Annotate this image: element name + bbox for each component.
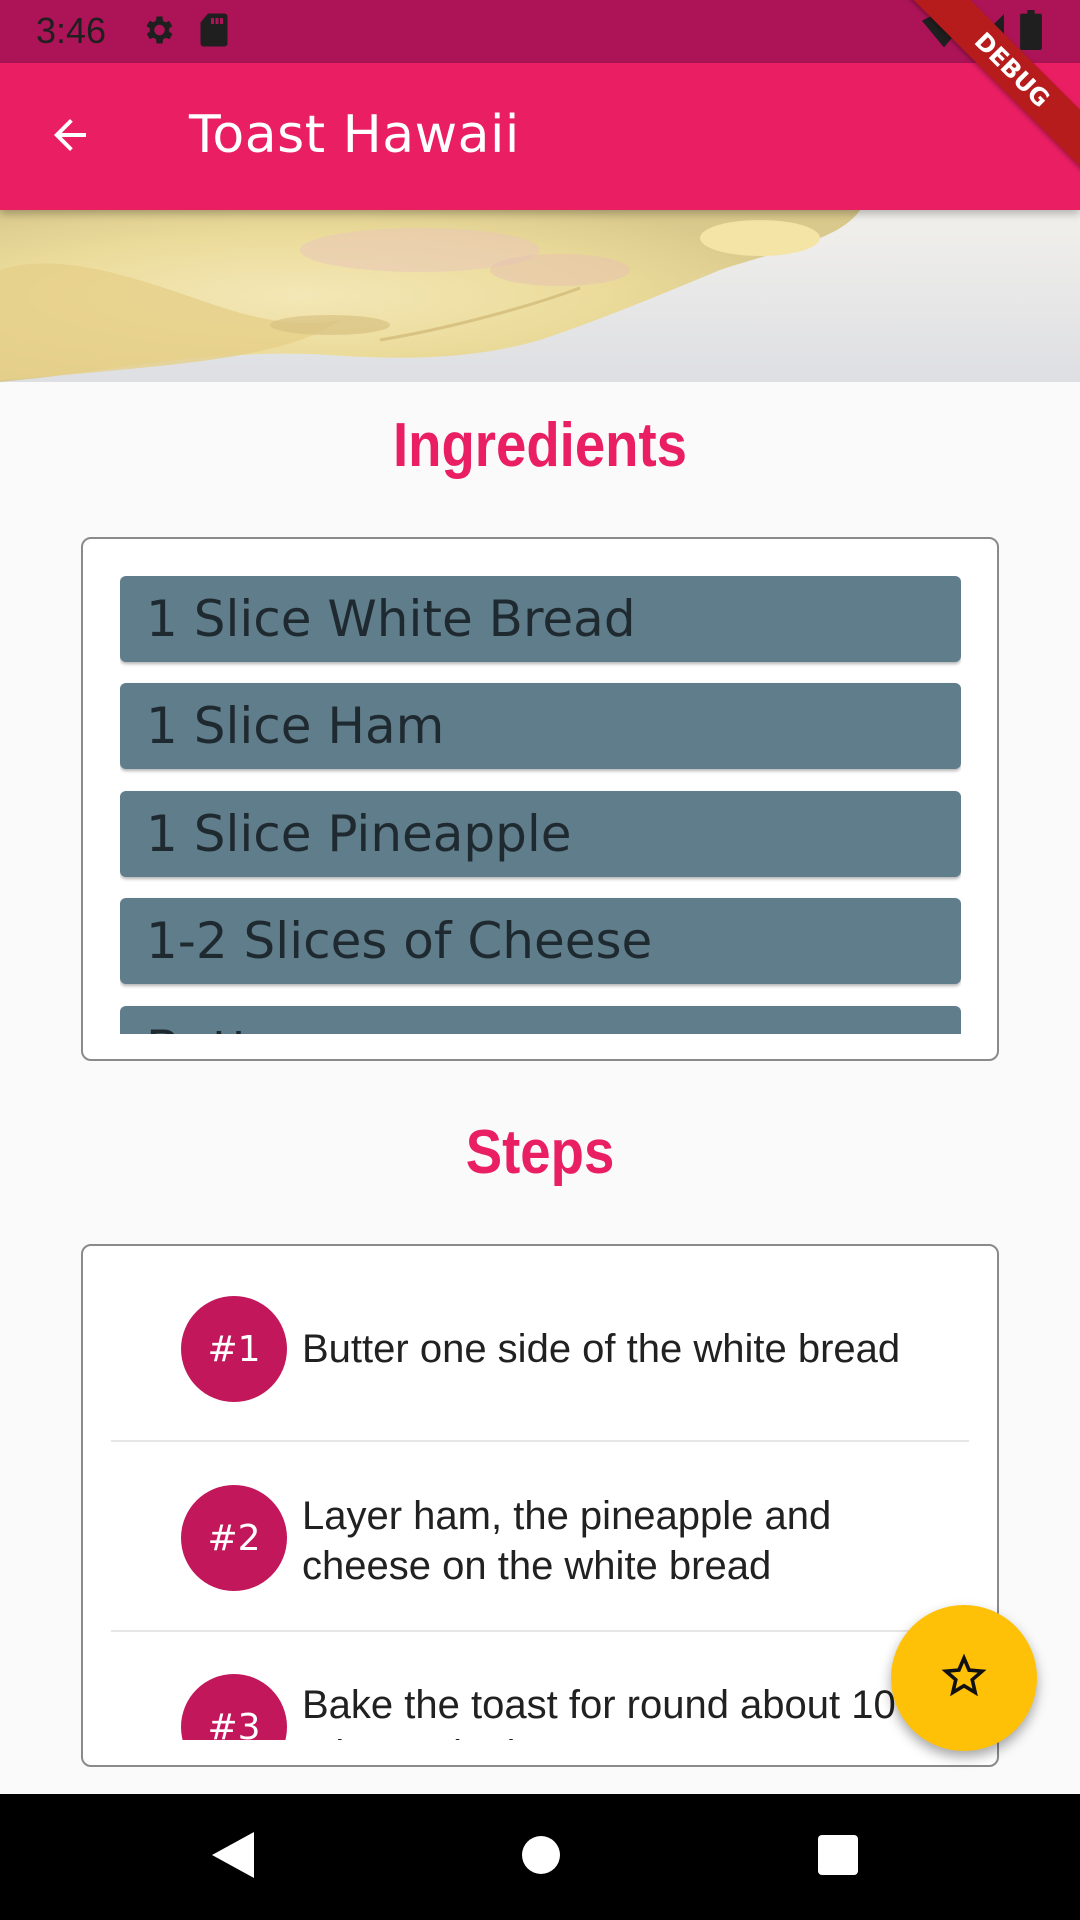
step-number-badge: #2 xyxy=(181,1485,287,1591)
system-nav-bar xyxy=(0,1794,1080,1920)
home-circle-icon xyxy=(516,1836,566,1884)
recipe-photo xyxy=(0,210,1080,382)
status-bar: 3:46 xyxy=(0,0,1080,63)
recipe-detail-screen: 3:46 Toast Hawaii DEBUG Ingredients 1 Sl… xyxy=(0,0,1080,1920)
ingredient-item: 1-2 Slices of Cheese xyxy=(120,898,961,984)
ingredient-item: 1 Slice Pineapple xyxy=(120,791,961,877)
ingredients-scroll-area: 1 Slice White Bread 1 Slice Ham 1 Slice … xyxy=(120,576,961,1034)
toast-hawaii-photo xyxy=(0,210,1080,382)
status-time: 3:46 xyxy=(36,10,107,51)
step-number-badge: #3 xyxy=(181,1674,287,1740)
page-title: Toast Hawaii xyxy=(189,105,520,165)
step-number-badge: #1 xyxy=(181,1296,287,1402)
back-triangle-icon xyxy=(210,1832,256,1884)
ingredient-item: Butter xyxy=(120,1006,961,1034)
nav-home-button[interactable] xyxy=(516,1830,566,1885)
favorite-button[interactable] xyxy=(891,1605,1037,1751)
back-button[interactable] xyxy=(40,107,100,167)
step-text: Butter one side of the white bread xyxy=(302,1327,901,1371)
arrow-back-icon xyxy=(46,111,94,164)
star-outline-icon xyxy=(937,1649,991,1708)
ingredients-list[interactable]: 1 Slice White Bread 1 Slice Ham 1 Slice … xyxy=(120,576,961,1059)
ingredients-title: Ingredients xyxy=(392,411,688,480)
step-text: Bake the toast for round about 10 minute… xyxy=(302,1683,896,1740)
battery-icon xyxy=(1020,10,1042,55)
step-item: #3 Bake the toast for round about 10 min… xyxy=(111,1624,969,1740)
app-bar: Toast Hawaii xyxy=(0,63,1080,210)
nav-recents-button[interactable] xyxy=(815,1832,861,1883)
step-item: #2 Layer ham, the pineapple and cheese o… xyxy=(111,1435,969,1625)
steps-title: Steps xyxy=(465,1118,615,1187)
ingredient-item: 1 Slice White Bread xyxy=(120,576,961,662)
recents-square-icon xyxy=(815,1835,861,1882)
sd-card-icon xyxy=(198,12,230,53)
step-text: Layer ham, the pineapple and cheese on t… xyxy=(302,1494,832,1588)
ingredient-item: 1 Slice Ham xyxy=(120,683,961,769)
ingredients-card: 1 Slice White Bread 1 Slice Ham 1 Slice … xyxy=(81,537,999,1061)
steps-card[interactable]: #1 Butter one side of the white bread #2… xyxy=(81,1244,999,1767)
nav-back-button[interactable] xyxy=(210,1830,256,1885)
gear-icon xyxy=(140,12,176,53)
steps-list: #1 Butter one side of the white bread #2… xyxy=(83,1246,997,1740)
step-item: #1 Butter one side of the white bread xyxy=(111,1246,969,1436)
